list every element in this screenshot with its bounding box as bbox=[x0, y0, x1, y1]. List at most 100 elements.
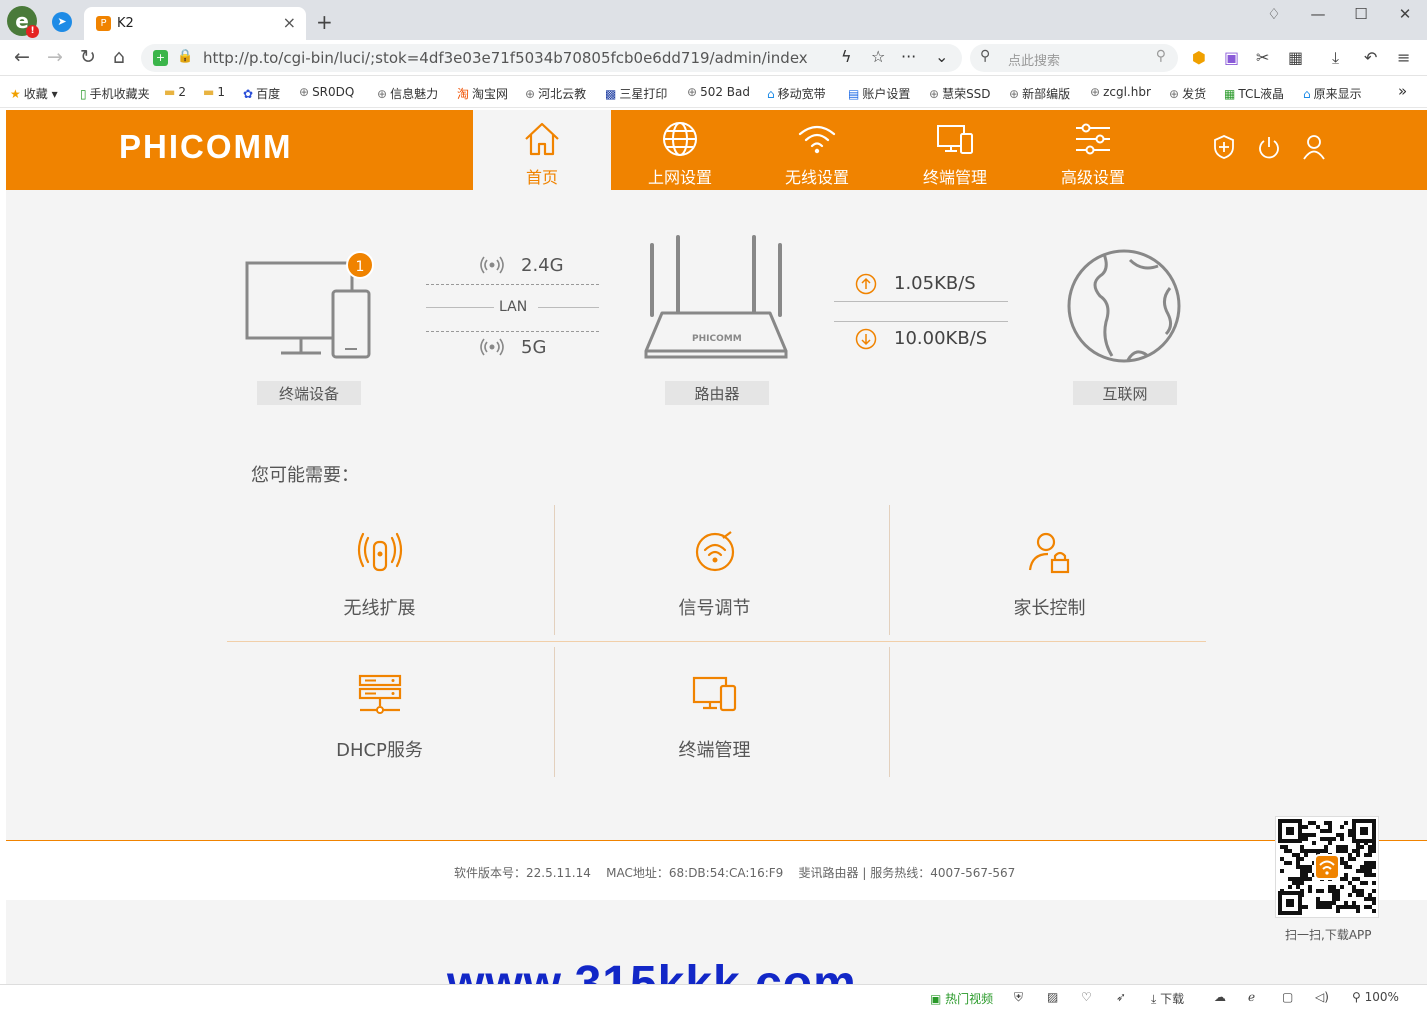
nav-internet-label: 上网设置 bbox=[647, 168, 712, 187]
download-status-item[interactable]: ⤓ 下载 bbox=[1151, 990, 1184, 1007]
volume-icon[interactable]: ◁) bbox=[1315, 990, 1329, 1004]
tab-title: K2 bbox=[117, 16, 134, 31]
nav-home-label: 首页 bbox=[525, 168, 558, 187]
lightning-icon[interactable]: ϟ bbox=[841, 47, 852, 66]
back-button[interactable]: ← bbox=[10, 46, 34, 68]
minimize-button[interactable]: — bbox=[1303, 5, 1333, 23]
wireless-signal-icon bbox=[480, 256, 504, 274]
download-icon[interactable]: ⤓ bbox=[1332, 48, 1339, 68]
tile-parental-control[interactable]: 家长控制 bbox=[886, 508, 1213, 641]
window-icon[interactable]: ▢ bbox=[1282, 990, 1293, 1004]
tile-dhcp-service[interactable]: DHCP服务 bbox=[216, 650, 543, 783]
shield-status-icon[interactable]: ⛨ bbox=[1014, 990, 1023, 1005]
user-icon[interactable] bbox=[1302, 134, 1326, 160]
terminal-device-label[interactable]: 终端设备 bbox=[257, 381, 361, 405]
skin-icon[interactable]: ♢ bbox=[1259, 5, 1289, 23]
brand-logo[interactable]: PHICOMM bbox=[119, 128, 293, 166]
cloud-icon[interactable]: ☁ bbox=[1214, 990, 1226, 1004]
nav-device-management[interactable]: 终端管理 bbox=[886, 110, 1024, 190]
page-footer: 软件版本号：22.5.11.14 MAC地址：68:DB:54:CA:16:F9… bbox=[6, 840, 1427, 900]
bookmark-item[interactable]: ▦ TCL液晶 bbox=[1224, 85, 1284, 102]
address-bar[interactable]: + 🔒 http://p.to/cgi-bin/luci/;stok=4df3e… bbox=[141, 44, 962, 72]
qr-code[interactable] bbox=[1275, 816, 1379, 918]
zoom-level[interactable]: ⚲ 100% bbox=[1352, 990, 1399, 1004]
scissors-icon[interactable]: ✂ bbox=[1256, 48, 1269, 67]
apps-grid-icon[interactable]: ▦ bbox=[1288, 48, 1303, 67]
internet-globe-icon[interactable] bbox=[1066, 248, 1182, 364]
close-window-button[interactable]: ✕ bbox=[1390, 5, 1420, 23]
bookmark-item[interactable]: ⌂ 原来显示 bbox=[1303, 85, 1362, 102]
band-24g: 2.4G bbox=[521, 255, 564, 276]
search-box[interactable]: ⚲ 点此搜索 ⚲ bbox=[970, 44, 1178, 72]
close-tab-icon[interactable]: × bbox=[283, 13, 296, 32]
bookmark-item[interactable]: ⊕ 502 Bad bbox=[687, 85, 750, 99]
image-icon[interactable]: ▨ bbox=[1047, 990, 1058, 1004]
new-tab-button[interactable]: + bbox=[316, 10, 333, 34]
bookmark-item[interactable]: ⊕ 发货 bbox=[1169, 85, 1206, 102]
rocket-icon[interactable]: ➶ bbox=[1116, 990, 1126, 1004]
reload-button[interactable]: ↻ bbox=[76, 46, 100, 68]
active-tab[interactable]: P K2 × bbox=[84, 7, 306, 40]
bookmark-item[interactable]: ★ 收藏 ▾ bbox=[10, 85, 58, 102]
tile-parental-control-label: 家长控制 bbox=[1013, 598, 1086, 619]
menu-icon[interactable]: ≡ bbox=[1397, 48, 1410, 67]
download-arrow-icon bbox=[855, 328, 877, 350]
more-icon[interactable]: ··· bbox=[901, 47, 916, 66]
ie-icon[interactable]: ℯ bbox=[1248, 990, 1255, 1004]
tile-device-management[interactable]: 终端管理 bbox=[551, 650, 878, 783]
tile-device-management-label: 终端管理 bbox=[678, 740, 751, 761]
tile-wireless-extend[interactable]: 无线扩展 bbox=[216, 508, 543, 641]
home-button[interactable]: ⌂ bbox=[107, 46, 131, 68]
power-icon[interactable] bbox=[1257, 134, 1281, 160]
tab-bar: e! ➤ P K2 × + ♢ — ☐ ✕ bbox=[0, 0, 1427, 40]
tile-signal-adjust[interactable]: 信号调节 bbox=[551, 508, 878, 641]
bookmark-item[interactable]: ⌂ 移动宽带 bbox=[767, 85, 826, 102]
nav-wireless-settings[interactable]: 无线设置 bbox=[748, 110, 886, 190]
pinned-tab-icon[interactable]: ➤ bbox=[52, 12, 72, 32]
shield-extension-icon[interactable]: ⬢ bbox=[1192, 48, 1206, 67]
bookmark-item[interactable]: 淘淘宝网 bbox=[457, 85, 508, 102]
nav-device-label: 终端管理 bbox=[922, 168, 987, 187]
bookmark-item[interactable]: ▤ 账户设置 bbox=[848, 85, 910, 102]
browser-logo[interactable]: e! bbox=[7, 6, 39, 38]
bookmark-folder[interactable]: ▬ 2 bbox=[164, 85, 186, 99]
nav-advanced-settings[interactable]: 高级设置 bbox=[1024, 110, 1162, 190]
internet-label[interactable]: 互联网 bbox=[1073, 381, 1177, 405]
forward-button[interactable]: → bbox=[43, 46, 67, 68]
bookmark-item[interactable]: ▯ 手机收藏夹 bbox=[80, 85, 150, 102]
bookmark-item[interactable]: ⊕ 河北云教 bbox=[525, 85, 586, 102]
bookmark-item[interactable]: ▩ 三星打印 bbox=[605, 85, 667, 102]
bookmark-item[interactable]: ⊕ 新部编版 bbox=[1009, 85, 1070, 102]
hot-video-item[interactable]: ▣ 热门视频 bbox=[930, 990, 993, 1007]
insecure-lock-icon[interactable]: 🔒 bbox=[177, 49, 193, 64]
router-label[interactable]: 路由器 bbox=[665, 381, 769, 405]
search-icon[interactable]: ⚲ bbox=[1156, 48, 1166, 64]
maximize-button[interactable]: ☐ bbox=[1346, 5, 1376, 23]
security-shield-icon[interactable]: + bbox=[153, 50, 168, 66]
device-count-badge[interactable]: 1 bbox=[346, 251, 374, 279]
bookmark-item[interactable]: ⊕ SR0DQ bbox=[299, 85, 354, 99]
bookmark-folder[interactable]: ▬ 1 bbox=[203, 85, 225, 99]
more-bookmarks-icon[interactable]: » bbox=[1398, 82, 1407, 100]
wireless-extend-icon bbox=[357, 532, 403, 572]
home-icon bbox=[525, 122, 559, 156]
heart-icon[interactable]: ♡ bbox=[1081, 990, 1092, 1004]
divider bbox=[889, 647, 890, 777]
bookmark-item[interactable]: ⊕ zcgl.hbr bbox=[1090, 85, 1151, 99]
translate-icon[interactable]: ▣ bbox=[1224, 48, 1239, 67]
bookmark-item[interactable]: ⊕ 慧荣SSD bbox=[929, 85, 991, 102]
nav-home[interactable]: 首页 bbox=[473, 110, 611, 190]
nav-internet-settings[interactable]: 上网设置 bbox=[611, 110, 749, 190]
bookmark-item[interactable]: ✿ 百度 bbox=[243, 85, 280, 102]
divider bbox=[426, 307, 494, 308]
undo-icon[interactable]: ↶ bbox=[1364, 48, 1377, 67]
bookmark-star-icon[interactable]: ☆ bbox=[871, 47, 885, 66]
search-engine-icon[interactable]: ⚲ bbox=[980, 48, 990, 64]
download-speed: 10.00KB/S bbox=[894, 328, 988, 349]
url-text[interactable]: http://p.to/cgi-bin/luci/;stok=4df3e03e7… bbox=[203, 49, 808, 67]
shield-plus-icon[interactable] bbox=[1212, 134, 1236, 160]
chevron-down-icon[interactable]: ⌄ bbox=[935, 47, 948, 66]
tile-wireless-extend-label: 无线扩展 bbox=[343, 598, 416, 619]
bookmark-item[interactable]: ⊕ 信息魅力 bbox=[377, 85, 438, 102]
band-5g: 5G bbox=[521, 337, 547, 358]
